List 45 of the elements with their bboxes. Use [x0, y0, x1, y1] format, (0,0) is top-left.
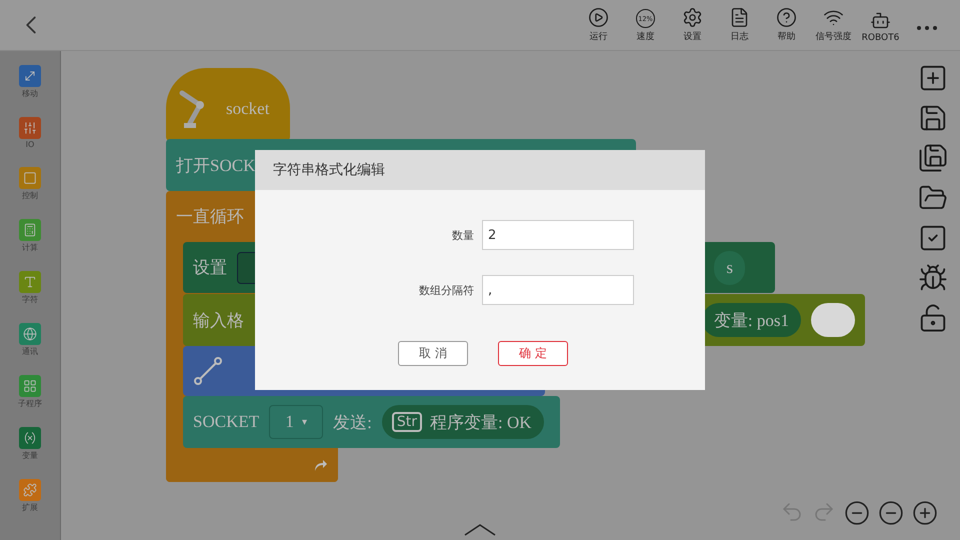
document-icon: [729, 7, 750, 28]
socket-send-block[interactable]: SOCKET 1 ▾ 发送: Str 程序变量: OK: [183, 396, 560, 448]
cancel-button[interactable]: 取 消: [398, 341, 468, 366]
lock-open-icon: [918, 303, 948, 333]
toolbar-button[interactable]: 日志: [716, 7, 763, 43]
category-item[interactable]: 计算: [19, 219, 41, 253]
input-field[interactable]: ,: [482, 275, 634, 305]
string-tag: Str: [392, 412, 422, 432]
dialog-title: 字符串格式化编辑: [255, 150, 705, 190]
input-field[interactable]: 2: [482, 220, 634, 250]
empty-slot[interactable]: [811, 303, 855, 337]
bug-icon: [918, 263, 948, 293]
confirm-button[interactable]: 确 定: [498, 341, 568, 366]
expand-button[interactable]: [464, 524, 496, 536]
zoom-in-icon: [912, 500, 938, 526]
hat-block[interactable]: socket: [166, 68, 290, 141]
save-as-icon: [918, 143, 948, 173]
category-item[interactable]: 通讯: [19, 323, 41, 357]
more-icon: [917, 26, 937, 30]
category-item[interactable]: 子程序: [18, 375, 42, 409]
category-item[interactable]: IO: [19, 117, 41, 149]
checkbox-icon: [918, 223, 948, 253]
toolbar-button[interactable]: 帮助: [763, 7, 810, 43]
new-file-icon: [918, 63, 948, 93]
chevron-up-icon: [464, 524, 496, 536]
field-label: 数组分隔符: [418, 282, 474, 298]
settings-icon: [682, 7, 703, 28]
line-icon: [193, 356, 223, 386]
help-icon: [776, 7, 797, 28]
toolbar-button[interactable]: 设置: [669, 7, 716, 43]
category-item[interactable]: 字符: [19, 271, 41, 305]
field-label: 数量: [451, 228, 474, 242]
zoom-out-icon: [844, 500, 870, 526]
loop-arrow-icon: [312, 457, 328, 473]
zoom-reset-icon: [878, 500, 904, 526]
toolbar-button[interactable]: 信号强度: [810, 7, 857, 43]
play-icon: [588, 7, 609, 28]
toolbar-button[interactable]: ROBOT6: [857, 10, 904, 43]
save-icon: [918, 103, 948, 133]
category-item[interactable]: 控制: [19, 167, 41, 201]
socket-dropdown[interactable]: 1 ▾: [269, 405, 324, 439]
category-item[interactable]: 扩展: [19, 479, 41, 513]
category-item[interactable]: 变量: [19, 427, 41, 461]
toolbar-button[interactable]: 运行: [575, 7, 622, 43]
category-item[interactable]: 移动: [19, 65, 41, 99]
